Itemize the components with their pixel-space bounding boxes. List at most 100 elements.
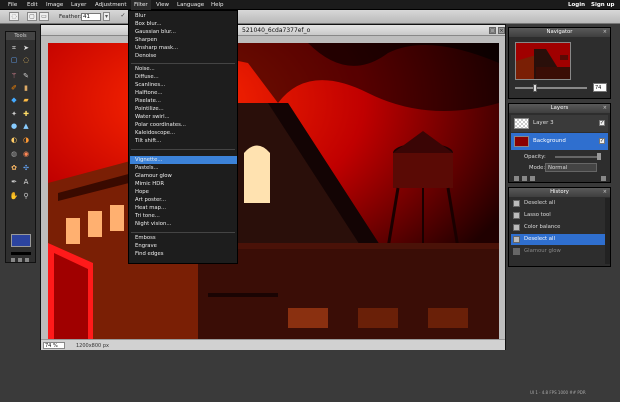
heal-icon[interactable]: ✚	[21, 109, 31, 119]
feather-input[interactable]: 41	[81, 13, 101, 21]
layer-visibility-checkbox[interactable]: ✓	[599, 138, 605, 144]
zoom-icon[interactable]: ⚲	[21, 191, 31, 201]
quick-mask-icon[interactable]	[25, 258, 29, 262]
filter-engrave[interactable]: Engrave	[135, 243, 157, 250]
marquee-icon[interactable]: ▢	[9, 55, 19, 65]
clone-icon[interactable]: ✦	[9, 109, 19, 119]
wand-icon[interactable]: ⚚	[9, 71, 19, 81]
menu-view[interactable]: View	[156, 2, 169, 8]
menu-filter[interactable]: Filter	[131, 0, 151, 10]
gradient-icon[interactable]: ▰	[21, 95, 31, 105]
brush-icon[interactable]: ✐	[9, 83, 19, 93]
filter-gaussian-blur[interactable]: Gaussian blur...	[135, 29, 176, 36]
filter-heat-map[interactable]: Heat map...	[135, 205, 166, 212]
filter-mimic-hdr[interactable]: Mimic HDR	[135, 181, 164, 188]
filter-hope[interactable]: Hope	[135, 189, 149, 196]
filter-polar-coordinates[interactable]: Polar coordinates...	[135, 122, 186, 129]
layer-visibility-checkbox[interactable]: ✓	[599, 120, 605, 126]
subtract-selection-icon[interactable]: ▭	[39, 12, 49, 21]
add-selection-icon[interactable]: ▢	[27, 12, 37, 21]
filter-blur[interactable]: Blur	[135, 13, 146, 20]
bucket-icon[interactable]: ◆	[9, 95, 19, 105]
move-icon[interactable]: ➤	[21, 43, 31, 53]
maximize-icon[interactable]: □	[489, 27, 496, 34]
signup-link[interactable]: Sign up	[591, 2, 614, 8]
layer-style-icon[interactable]	[522, 176, 527, 181]
filter-scanlines[interactable]: Scanlines...	[135, 82, 165, 89]
checkmark-icon[interactable]: ✓	[118, 12, 128, 21]
navigator-close-icon[interactable]: ×	[603, 28, 607, 37]
filter-pixelate[interactable]: Pixelate...	[135, 98, 161, 105]
menu-layer[interactable]: Layer	[71, 2, 86, 8]
filter-box-blur[interactable]: Box blur...	[135, 21, 161, 28]
lasso-mode-icon[interactable]: ◌	[9, 12, 19, 21]
redeye-icon[interactable]: ◉	[21, 149, 31, 159]
history-close-icon[interactable]: ×	[603, 188, 607, 197]
pencil-icon[interactable]: ✎	[21, 71, 31, 81]
filter-denoise[interactable]: Denoise	[135, 53, 156, 60]
login-link[interactable]: Login	[568, 2, 585, 8]
filter-halftone[interactable]: Halftone...	[135, 90, 162, 97]
drop-icon[interactable]: ●	[9, 121, 19, 131]
document-titlebar[interactable]: 521040_6cda7377ef_o □ ×	[41, 25, 505, 36]
menu-file[interactable]: File	[8, 2, 17, 8]
filter-diffuse[interactable]: Diffuse...	[135, 74, 159, 81]
layer-mask-icon[interactable]	[530, 176, 535, 181]
foreground-color-swatch[interactable]	[11, 234, 31, 247]
opacity-slider[interactable]	[555, 156, 599, 158]
layers-close-icon[interactable]: ×	[603, 104, 607, 113]
history-item[interactable]: Lasso tool	[511, 210, 609, 221]
menu-help[interactable]: Help	[211, 2, 224, 8]
menu-language[interactable]: Language	[177, 2, 204, 8]
history-item[interactable]: Deselect all	[511, 198, 609, 209]
lasso-icon[interactable]: ◌	[21, 55, 31, 65]
text-icon[interactable]: A	[21, 177, 31, 187]
sponge-icon[interactable]: ◍	[9, 149, 19, 159]
filter-water-swirl[interactable]: Water swirl...	[135, 114, 170, 121]
navigator-thumbnail[interactable]	[515, 42, 571, 80]
menu-edit[interactable]: Edit	[27, 2, 38, 8]
crop-icon[interactable]: ⌗	[9, 43, 19, 53]
filter-kaleidoscope[interactable]: Kaleidoscope...	[135, 130, 175, 137]
sharpen-icon[interactable]: ▲	[21, 121, 31, 131]
filter-night-vision[interactable]: Night vision...	[135, 221, 171, 228]
filter-pointilize[interactable]: Pointilize...	[135, 106, 164, 113]
history-item[interactable]: Color balance	[511, 222, 609, 233]
navigator-zoom-input[interactable]: 74	[593, 83, 607, 92]
picker-icon[interactable]: ✒	[9, 177, 19, 187]
image-canvas[interactable]	[48, 43, 499, 339]
menu-adjustment[interactable]: Adjustment	[95, 2, 127, 8]
menu-image[interactable]: Image	[46, 2, 63, 8]
reset-colors-icon[interactable]	[18, 258, 22, 262]
swap-colors-icon[interactable]	[11, 258, 15, 262]
background-color-swatch[interactable]	[11, 252, 31, 255]
blend-mode-select[interactable]: Normal	[545, 163, 597, 172]
feather-dropdown-icon[interactable]: ▾	[103, 12, 110, 21]
filter-vignette[interactable]: Vignette...	[135, 157, 162, 164]
hand-icon[interactable]: ✋	[9, 191, 19, 201]
dodge-icon[interactable]: ◐	[9, 135, 19, 145]
filter-emboss[interactable]: Emboss	[135, 235, 156, 242]
burn-icon[interactable]: ◑	[21, 135, 31, 145]
layer-row-layer3[interactable]: Layer 3 ✓	[511, 115, 608, 132]
filter-art-poster[interactable]: Art poster...	[135, 197, 166, 204]
navigator-zoom-knob[interactable]	[533, 84, 537, 92]
filter-tilt-shift[interactable]: Tilt shift...	[135, 138, 161, 145]
filter-glamour-glow[interactable]: Glamour glow	[135, 173, 172, 180]
liquify-icon[interactable]: ✣	[21, 163, 31, 173]
delete-layer-icon[interactable]	[601, 176, 606, 181]
opacity-knob[interactable]	[597, 153, 601, 160]
filter-pastels[interactable]: Pastels...	[135, 165, 159, 172]
history-item[interactable]: Glamour glow	[511, 246, 609, 257]
colorreplace-icon[interactable]: ✿	[9, 163, 19, 173]
history-item-selected[interactable]: Deselect all	[511, 234, 609, 245]
filter-noise[interactable]: Noise...	[135, 66, 155, 73]
filter-find-edges[interactable]: Find edges	[135, 251, 164, 258]
layer-row-background[interactable]: Background ✓	[511, 133, 608, 150]
zoom-input[interactable]: 74 %	[43, 342, 65, 349]
close-icon[interactable]: ×	[498, 27, 505, 34]
history-scrollbar[interactable]	[605, 198, 610, 264]
filter-unsharp-mask[interactable]: Unsharp mask...	[135, 45, 178, 52]
eraser-icon[interactable]: ▮	[21, 83, 31, 93]
new-layer-icon[interactable]	[514, 176, 519, 181]
